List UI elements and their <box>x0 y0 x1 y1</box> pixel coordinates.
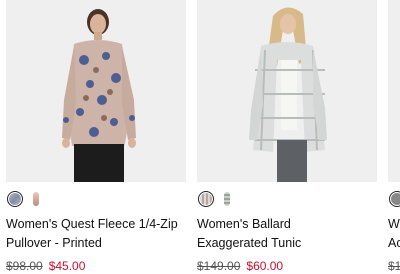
original-price: $1 <box>388 259 400 273</box>
product-image[interactable] <box>388 0 400 182</box>
product-title-line: Ac <box>388 236 400 250</box>
product-title-line: Women's Quest Fleece 1/4-Zip <box>6 217 178 231</box>
product-image[interactable] <box>197 0 377 182</box>
partial-product-photo <box>388 0 400 182</box>
color-swatches <box>197 188 377 210</box>
color-swatches <box>388 188 400 210</box>
color-swatch[interactable] <box>33 192 39 206</box>
product-card[interactable]: Women's Ballard Exaggerated Tunic $149.0… <box>197 0 377 274</box>
sale-price: $45.00 <box>48 259 86 273</box>
product-card[interactable]: Women's Quest Fleece 1/4-Zip Pullover - … <box>6 0 186 274</box>
product-title[interactable]: Women's Quest Fleece 1/4-Zip Pullover - … <box>6 215 186 253</box>
color-swatch-selected[interactable] <box>198 191 214 207</box>
sale-price: $60.00 <box>246 259 284 273</box>
product-card[interactable]: Wo Ac $1 <box>388 0 400 274</box>
product-title-line: Pullover - Printed <box>6 236 102 250</box>
color-swatches <box>6 188 186 210</box>
color-swatch[interactable] <box>224 192 230 206</box>
product-title[interactable]: Wo Ac <box>388 215 400 253</box>
woman-floral-fleece-photo <box>6 0 186 182</box>
product-title-line: Exaggerated Tunic <box>197 236 302 250</box>
woman-plaid-tunic-photo <box>197 0 377 182</box>
product-image[interactable] <box>6 0 186 182</box>
color-swatch-selected[interactable] <box>389 191 400 207</box>
original-price: $149.00 <box>197 259 241 273</box>
product-title[interactable]: Women's Ballard Exaggerated Tunic <box>197 215 377 253</box>
product-title-line: Wo <box>388 217 400 231</box>
original-price: $98.00 <box>6 259 43 273</box>
product-title-line: Women's Ballard <box>197 217 291 231</box>
color-swatch-selected[interactable] <box>7 191 23 207</box>
